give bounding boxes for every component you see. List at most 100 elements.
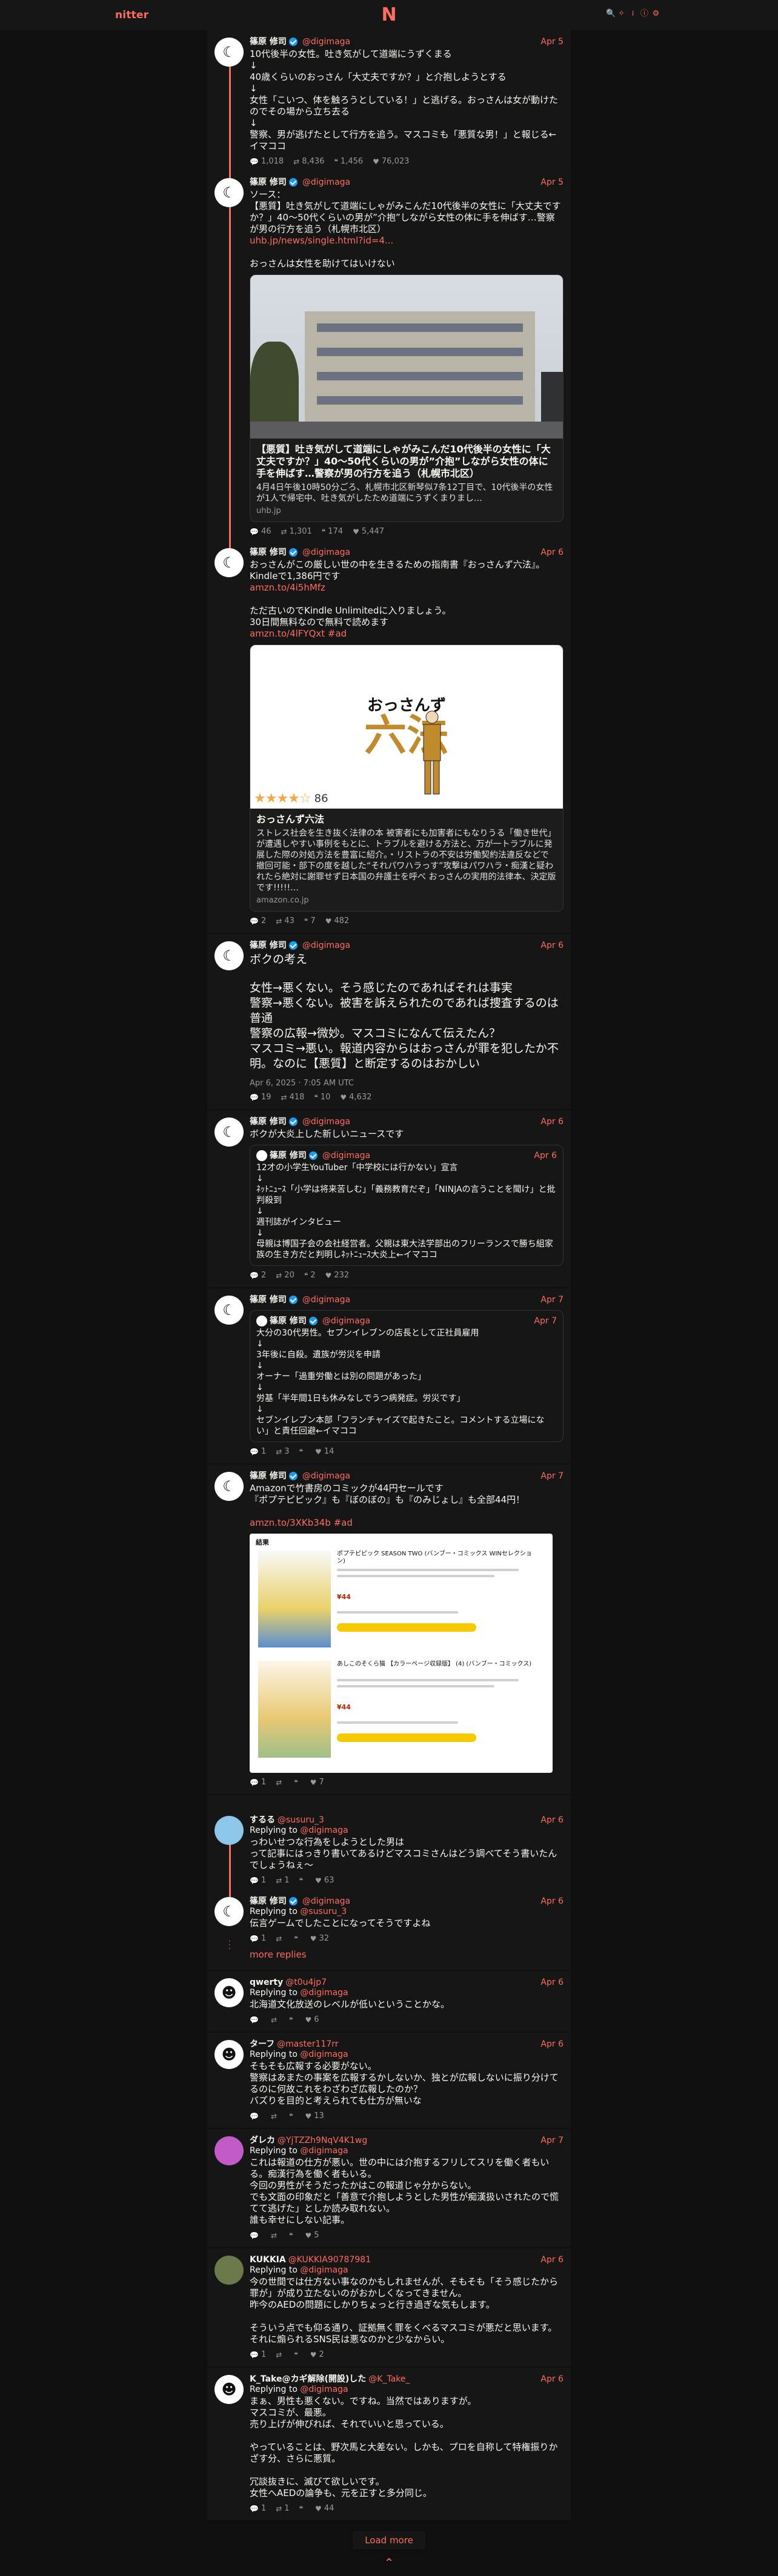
quotes-stat[interactable]: ❝ 1,456 xyxy=(334,157,363,166)
retweets-stat[interactable]: ⇄ xyxy=(276,1935,284,1943)
retweets-stat[interactable]: ⇄ 3 xyxy=(276,1447,289,1456)
tweet[interactable]: ☾ 篠原 修司 @digimaga Apr 7 Amazonで竹書房のコミックが… xyxy=(207,1465,571,1792)
quoted-tweet[interactable]: 篠原 修司 @digimaga Apr 6 12才の小学生YouTuber「中学… xyxy=(250,1145,564,1266)
likes-stat[interactable]: ♥ 6 xyxy=(305,2015,319,2024)
replies-stat[interactable]: 💬 2 xyxy=(250,1271,266,1280)
reply-tweet[interactable]: ダレカ @YjTZZh9NqV4K1wg Apr 7 Replying to @… xyxy=(207,2129,571,2245)
quote-fullname[interactable]: 篠原 修司 xyxy=(270,1316,307,1326)
username[interactable]: @digimaga xyxy=(302,36,350,47)
tweet-date[interactable]: Apr 5 xyxy=(540,36,564,47)
link-card[interactable]: おっさんず 六法 ★★★★☆ 86 おっさんず六法 ストレス社会を生き抜く法律の… xyxy=(250,644,564,912)
username[interactable]: @digimaga xyxy=(302,177,350,188)
avatar[interactable] xyxy=(214,2136,244,2165)
retweets-stat[interactable]: ⇄ 418 xyxy=(281,1093,305,1102)
retweets-stat[interactable]: ⇄ xyxy=(276,2351,284,2359)
avatar[interactable]: ☾ xyxy=(214,941,244,970)
reply-tweet[interactable]: ☻ ターフ @master117rr Apr 6 Replying to @di… xyxy=(207,2033,571,2125)
avatar[interactable]: ☻ xyxy=(214,2375,244,2404)
likes-stat[interactable]: ♥ 13 xyxy=(305,2111,324,2121)
fullname[interactable]: KUKKIA xyxy=(250,2254,286,2265)
quote-username[interactable]: @digimaga xyxy=(322,1150,370,1161)
username[interactable]: @t0u4jp7 xyxy=(285,1977,327,1988)
fullname[interactable]: 篠原 修司 xyxy=(250,547,287,558)
username[interactable]: @digimaga xyxy=(302,1116,350,1127)
avatar[interactable]: ☾ xyxy=(214,1296,244,1325)
tweet-date[interactable]: Apr 7 xyxy=(540,1471,564,1482)
quote-date[interactable]: Apr 6 xyxy=(534,1150,557,1161)
fullname[interactable]: 篠原 修司 xyxy=(250,36,287,47)
replies-stat[interactable]: 💬 1 xyxy=(250,1778,266,1787)
replies-stat[interactable]: 💬 1 xyxy=(250,2504,266,2513)
quotes-stat[interactable]: ❝ xyxy=(289,2016,295,2024)
quotes-stat[interactable]: ❝ xyxy=(299,1876,305,1885)
gear-icon[interactable]: ⚙ xyxy=(652,10,660,18)
tweet[interactable]: ☾ 篠原 修司 @digimaga Apr 5 10代後半の女性。吐き気がして道… xyxy=(207,30,571,178)
retweets-stat[interactable]: ⇄ xyxy=(276,1778,284,1787)
replies-stat[interactable]: 💬 1 xyxy=(250,2350,266,2359)
main-tweet[interactable]: ☾ 篠原 修司 @digimaga Apr 6 ボクの考え 女性→悪くない。そう… xyxy=(207,934,571,1107)
manga-buy-button-1[interactable] xyxy=(337,1623,476,1632)
replies-stat[interactable]: 💬 2 xyxy=(250,916,266,925)
fullname[interactable]: 篠原 修司 xyxy=(250,940,287,951)
twitter-icon[interactable]: ✧ xyxy=(617,10,625,18)
likes-stat[interactable]: ♥ 14 xyxy=(315,1447,334,1456)
retweets-stat[interactable]: ⇄ xyxy=(271,2112,279,2121)
manga-screenshot-image[interactable]: 結果 ポプテピピック SEASON TWO (バンブー・コミックス WINセレク… xyxy=(250,1534,553,1773)
username[interactable]: @digimaga xyxy=(302,1896,350,1907)
quoted-tweet[interactable]: 篠原 修司 @digimaga Apr 7 大分の30代男性。セブンイレブンの店… xyxy=(250,1310,564,1442)
likes-stat[interactable]: ♥ 4,632 xyxy=(340,1093,371,1102)
replies-stat[interactable]: 💬 1,018 xyxy=(250,157,284,166)
back-to-top-icon[interactable]: ⌃ xyxy=(0,2555,778,2576)
replying-to-link[interactable]: @digimaga xyxy=(300,1826,348,1835)
retweets-stat[interactable]: ⇄ 20 xyxy=(276,1271,294,1280)
fullname[interactable]: 篠原 修司 xyxy=(250,1294,287,1305)
tweet[interactable]: ☾ 篠原 修司 @digimaga Apr 6 おっさんがこの厳しい世の中を生き… xyxy=(207,541,571,930)
tweet-date[interactable]: Apr 5 xyxy=(540,177,564,188)
more-replies-link[interactable]: · · · more replies xyxy=(207,1938,571,1967)
avatar[interactable]: ☾ xyxy=(214,1472,244,1501)
quotes-stat[interactable]: ❝ 2 xyxy=(304,1271,316,1280)
username[interactable]: @KUKKIA90787981 xyxy=(288,2254,371,2265)
replying-to-link[interactable]: @digimaga xyxy=(300,2385,348,2394)
reply-tweet[interactable]: するる @susuru_3 Apr 6 Replying to @digimag… xyxy=(207,1809,571,1897)
tweet-date[interactable]: Apr 6 xyxy=(540,940,564,951)
tweet-date[interactable]: Apr 6 xyxy=(540,1815,564,1826)
tweet-date[interactable]: Apr 7 xyxy=(540,2135,564,2146)
fullname[interactable]: qwerty xyxy=(250,1977,283,1988)
replies-stat[interactable]: 💬 xyxy=(250,2112,261,2121)
likes-stat[interactable]: ♥ 76,023 xyxy=(373,157,409,166)
tweet[interactable]: ☾ 篠原 修司 @digimaga Apr 6 ボクが大炎上した新しいニュースで… xyxy=(207,1110,571,1285)
avatar[interactable] xyxy=(214,1816,244,1845)
fullname[interactable]: 篠原 修司 xyxy=(250,1896,287,1907)
tweet-date[interactable]: Apr 6 xyxy=(540,1116,564,1127)
search-icon[interactable]: 🔍 xyxy=(606,10,616,18)
nitter-logo-icon[interactable]: N xyxy=(381,4,396,26)
username[interactable]: @susuru_3 xyxy=(278,1815,324,1826)
likes-stat[interactable]: ♥ 5,447 xyxy=(353,527,384,536)
tweet-link[interactable]: amzn.to/3XKb34b #ad xyxy=(250,1517,564,1529)
replies-stat[interactable]: 💬 xyxy=(250,2016,261,2024)
replies-stat[interactable]: 💬 1 xyxy=(250,1447,266,1456)
fullname[interactable]: K_Take@カギ解除(開設)した xyxy=(250,2374,366,2385)
load-more-button[interactable]: Load more xyxy=(353,2531,425,2549)
replying-to-link[interactable]: @susuru_3 xyxy=(300,1907,347,1916)
quote-username[interactable]: @digimaga xyxy=(322,1316,370,1326)
reply-tweet[interactable]: ☻ qwerty @t0u4jp7 Apr 6 Replying to @dig… xyxy=(207,1971,571,2029)
quotes-stat[interactable]: ❝ xyxy=(294,1778,300,1787)
quote-date[interactable]: Apr 7 xyxy=(534,1316,557,1326)
quotes-stat[interactable]: ❝ xyxy=(299,1448,305,1456)
replying-to-link[interactable]: @digimaga xyxy=(300,2265,348,2275)
likes-stat[interactable]: ♥ 7 xyxy=(310,1778,324,1787)
nitter-logo-link[interactable]: nitter xyxy=(115,9,148,21)
username[interactable]: @digimaga xyxy=(302,1471,350,1482)
reply-tweet[interactable]: ☻ K_Take@カギ解除(開設)した @K_Take_ Apr 6 Reply… xyxy=(207,2368,571,2518)
retweets-stat[interactable]: ⇄ 8,436 xyxy=(293,157,324,166)
fullname[interactable]: 篠原 修司 xyxy=(250,1471,287,1482)
fullname[interactable]: 篠原 修司 xyxy=(250,177,287,188)
username[interactable]: @YjTZZh9NqV4K1wg xyxy=(278,2135,367,2146)
username[interactable]: @K_Take_ xyxy=(368,2374,410,2385)
replying-to-link[interactable]: @digimaga xyxy=(300,1988,348,1998)
quotes-stat[interactable]: ❝ xyxy=(294,1935,300,1943)
likes-stat[interactable]: ♥ 232 xyxy=(325,1271,350,1280)
tweet-date[interactable]: Apr 6 xyxy=(540,547,564,558)
